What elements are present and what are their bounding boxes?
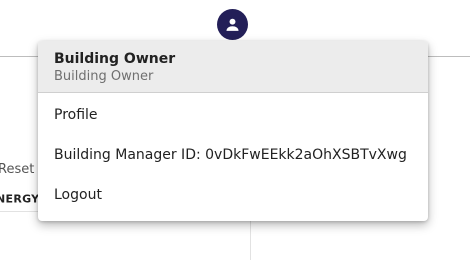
menu-item-profile[interactable]: Profile	[38, 95, 428, 135]
user-role: Building Owner	[54, 69, 154, 84]
menu-item-logout[interactable]: Logout	[38, 175, 428, 215]
user-menu-header: Building Owner Building Owner	[38, 41, 428, 93]
person-icon	[226, 18, 239, 31]
user-menu-items: Profile Building Manager ID: 0vDkFwEEkk2…	[38, 93, 428, 215]
user-menu-dropdown: Building Owner Building Owner Profile Bu…	[38, 41, 428, 221]
page: Reset S NERGY STAR® Building Owner Build…	[0, 0, 470, 260]
menu-item-building-manager-id[interactable]: Building Manager ID: 0vDkFwEEkk2aOhXSBTv…	[38, 135, 428, 175]
user-avatar-button[interactable]	[217, 9, 248, 40]
user-name: Building Owner	[54, 51, 176, 67]
